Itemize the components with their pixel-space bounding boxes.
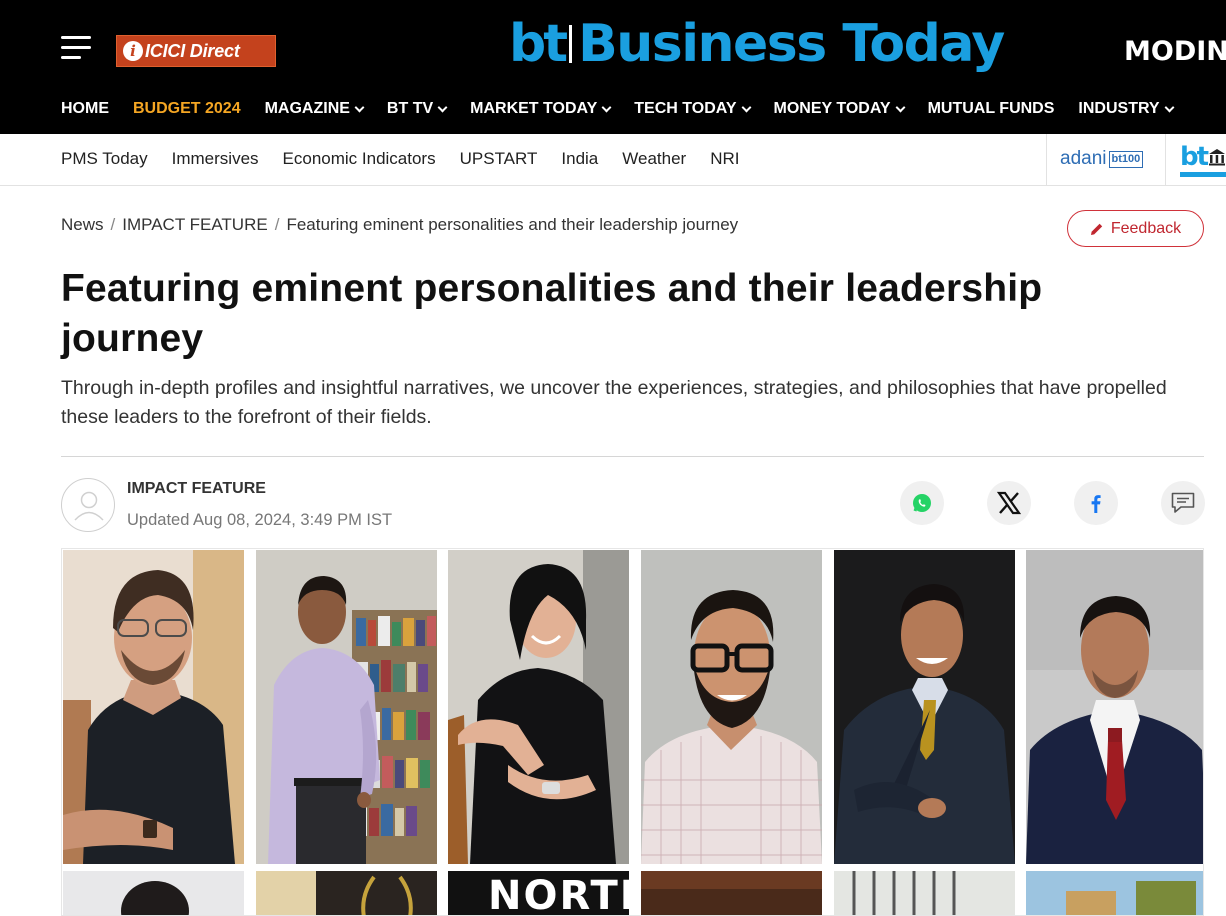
adani-bt100-logo[interactable]: adani bt100 (1060, 148, 1144, 170)
subnav-divider (1046, 134, 1047, 185)
secondary-navigation: PMS Today Immersives Economic Indicators UP… (0, 134, 1226, 186)
logo-bar (1180, 172, 1226, 177)
leader-portrait (63, 871, 244, 915)
user-icon (74, 491, 104, 521)
leader-portrait (834, 550, 1015, 864)
chevron-down-icon (437, 102, 448, 112)
comment-share-button[interactable] (1161, 481, 1205, 525)
bank-icon (1209, 149, 1225, 166)
article-headline: Featuring eminent personalities and thei… (61, 267, 1043, 360)
nav-item-market-today[interactable]: MARKET TODAY (470, 100, 612, 118)
bt100-label: bt100 (1108, 150, 1144, 168)
author-avatar[interactable] (61, 478, 115, 532)
author-name[interactable]: IMPACT FEATURE (127, 480, 266, 498)
leader-portrait (1026, 871, 1203, 915)
subnav-item-india[interactable]: India (561, 149, 598, 169)
x-icon (996, 491, 1022, 515)
nav-item-budget-2024[interactable]: BUDGET 2024 (133, 100, 241, 118)
nav-item-label: MONEY TODAY (773, 100, 891, 117)
leader-portrait (834, 871, 1015, 915)
nav-item-home[interactable]: HOME (61, 100, 109, 118)
subnav-item-economic-indicators[interactable]: Economic Indicators (283, 149, 436, 169)
partner-label: MODIN (1124, 36, 1226, 67)
leader-portrait: NORTE (448, 871, 629, 916)
nav-item-label: INDUSTRY (1078, 100, 1160, 117)
nav-item-label: HOME (61, 100, 109, 117)
whatsapp-icon (913, 494, 931, 512)
nav-item-label: BT TV (386, 100, 434, 117)
menu-icon[interactable] (61, 36, 91, 60)
site-logo[interactable]: bt Business Today (509, 12, 1005, 76)
breadcrumb-separator: / (274, 215, 280, 234)
nav-item-label: MARKET TODAY (470, 100, 598, 117)
article-summary: Through in-depth profiles and insightful… (61, 377, 1167, 428)
leader-portrait (256, 871, 437, 915)
breadcrumb-current: Featuring eminent personalities and thei… (286, 215, 739, 234)
breadcrumb-news[interactable]: News (61, 215, 104, 235)
nav-item-label: MUTUAL FUNDS (927, 100, 1055, 117)
subnav-item-upstart[interactable]: UPSTART (460, 149, 538, 169)
nav-item-industry[interactable]: INDUSTRY (1078, 100, 1175, 118)
leader-portrait (63, 550, 244, 864)
partner-logo[interactable]: MODIN (1124, 36, 1226, 67)
subnav-item-weather[interactable]: Weather (622, 149, 686, 169)
bt-small-label: bt (1180, 142, 1209, 172)
leader-portrait (448, 550, 629, 864)
divider (61, 456, 1204, 457)
breadcrumb-separator: / (110, 215, 116, 234)
chevron-down-icon (895, 102, 906, 112)
leader-portrait (641, 550, 822, 864)
brand-name: Business Today (578, 14, 1005, 74)
facebook-icon (1091, 495, 1101, 513)
main-navigation: HOME BUDGET 2024 MAGAZINE BT TV MARKET TODAY… (61, 100, 1197, 118)
article-hero-image: NORTE (61, 548, 1204, 916)
brand-separator (569, 25, 573, 63)
icici-label: ICICI Direct (145, 40, 240, 61)
secondary-nav-items: PMS Today Immersives Economic Indicators UP… (61, 149, 764, 169)
chevron-down-icon (741, 102, 751, 112)
subnav-item-pms-today[interactable]: PMS Today (61, 149, 148, 169)
nav-item-magazine[interactable]: MAGAZINE (264, 100, 365, 118)
adani-label: adani (1060, 148, 1107, 169)
breadcrumb: News / IMPACT FEATURE / Featuring eminen… (61, 215, 738, 235)
brand-mark: bt (509, 14, 568, 74)
x-share-button[interactable] (987, 481, 1031, 525)
leader-portrait (641, 871, 822, 915)
subnav-item-immersives[interactable]: Immersives (172, 149, 259, 169)
leader-portrait (256, 550, 437, 864)
nav-item-label: MAGAZINE (264, 100, 350, 117)
whatsapp-share-button[interactable] (900, 481, 944, 525)
bt-economy-logo[interactable]: bt (1180, 142, 1226, 180)
updated-timestamp: Updated Aug 08, 2024, 3:49 PM IST (127, 511, 393, 529)
nav-item-bt-tv[interactable]: BT TV (386, 100, 448, 118)
nav-item-label: TECH TODAY (634, 100, 737, 117)
nav-item-mutual-funds[interactable]: MUTUAL FUNDS (928, 100, 1055, 118)
leader-portrait (1026, 550, 1203, 864)
facebook-share-button[interactable] (1074, 481, 1118, 525)
feedback-label: Feedback (1110, 219, 1182, 237)
subnav-divider (1165, 134, 1166, 185)
chevron-down-icon (354, 102, 365, 112)
chevron-down-icon (1164, 102, 1175, 112)
breadcrumb-impact-feature[interactable]: IMPACT FEATURE (122, 215, 267, 235)
brand-signage-text: NORTE (488, 873, 629, 916)
nav-item-money-today[interactable]: MONEY TODAY (773, 100, 906, 118)
nav-item-label: BUDGET 2024 (133, 100, 241, 117)
pencil-icon (1090, 223, 1103, 235)
site-header: i ICICI Direct bt Business Today MODIN H… (0, 0, 1226, 134)
feedback-button[interactable]: Feedback (1067, 210, 1204, 247)
icici-direct-ad[interactable]: i ICICI Direct (116, 35, 276, 67)
nav-item-tech-today[interactable]: TECH TODAY (634, 100, 751, 118)
icici-logo-icon: i (123, 41, 143, 61)
chevron-down-icon (601, 102, 612, 112)
comment-icon (1171, 492, 1195, 513)
subnav-item-nri[interactable]: NRI (710, 149, 739, 169)
